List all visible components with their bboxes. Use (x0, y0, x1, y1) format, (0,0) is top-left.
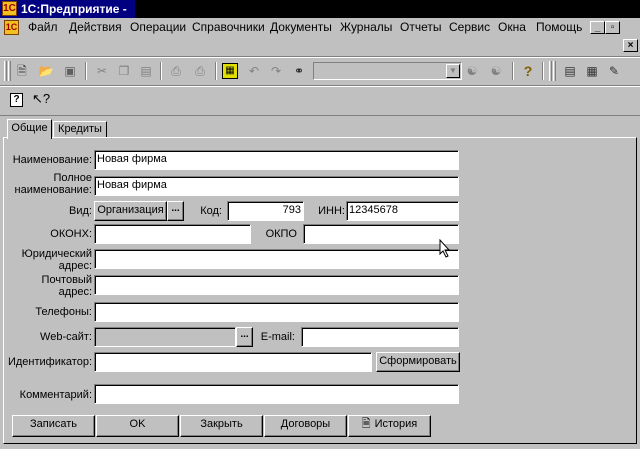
generate-button[interactable]: Сформировать (376, 352, 460, 372)
find-in-list-icon[interactable]: ☯ (464, 63, 480, 79)
find-in-column-icon[interactable]: ☯ (488, 63, 504, 79)
phones-field[interactable] (94, 302, 459, 322)
chevron-down-icon[interactable]: ▼ (446, 64, 460, 78)
website-field[interactable] (94, 327, 236, 347)
menu-actions[interactable]: Действия (69, 20, 122, 35)
okonh-label: ОКОНХ: (50, 228, 92, 240)
history-label: История (374, 418, 418, 430)
code-label: Код: (200, 205, 222, 217)
notebook-icon[interactable]: ▦ (584, 63, 600, 79)
okpo-label: ОКПО (265, 228, 297, 240)
cut-icon[interactable]: ✂ (94, 63, 110, 79)
calculator-icon[interactable]: ▦ (222, 63, 238, 79)
window-title: 1С:Предприятие - (21, 2, 127, 16)
legal-address-label-line2: адрес: (58, 260, 92, 272)
new-document-icon[interactable]: 🗎 (14, 63, 30, 79)
undo-icon[interactable]: ↶ (246, 63, 262, 79)
name-field[interactable]: Новая фирма (94, 150, 459, 170)
minimize-button[interactable]: _ (590, 21, 605, 34)
close-form-button[interactable]: Закрыть (180, 415, 263, 437)
print-preview-icon[interactable]: ⎙ (192, 63, 208, 79)
history-icon: 🗎 (361, 418, 371, 430)
copy-icon[interactable]: ❐ (116, 63, 132, 79)
okpo-field[interactable] (303, 224, 459, 244)
menu-catalogs[interactable]: Справочники (192, 20, 265, 35)
tab-general[interactable]: Общие (7, 119, 52, 139)
identifier-label: Идентификатор: (7, 356, 92, 368)
menu-reports[interactable]: Отчеты (400, 20, 441, 35)
help-icon[interactable]: ? (520, 63, 536, 79)
app-1c-icon: 1С (2, 1, 17, 16)
name-label: Наименование: (12, 154, 92, 166)
menu-row-2: × (0, 37, 640, 55)
close-button[interactable]: × (623, 39, 638, 52)
ok-button[interactable]: OK (96, 415, 179, 437)
kind-button[interactable]: Организация (94, 201, 167, 221)
mouse-cursor-icon (439, 239, 451, 258)
menu-journals[interactable]: Журналы (340, 20, 392, 35)
menu-windows[interactable]: Окна (498, 20, 526, 35)
inn-field[interactable]: 12345678 (346, 201, 459, 221)
menu-bar: 1С Файл Действия Операции Справочники До… (0, 18, 640, 37)
identifier-field[interactable] (94, 352, 372, 372)
inn-label: ИНН: (318, 205, 345, 217)
open-folder-icon[interactable]: 📂 (38, 63, 54, 79)
contracts-button[interactable]: Договоры (264, 415, 347, 437)
history-button[interactable]: 🗎 История (348, 415, 431, 437)
edit-icon[interactable]: ✎ (606, 63, 622, 79)
phones-label: Телефоны: (35, 306, 92, 318)
paste-icon[interactable]: ▤ (138, 63, 154, 79)
menu-documents[interactable]: Документы (270, 20, 332, 35)
kind-select-button[interactable]: ... (167, 201, 184, 221)
website-label: Web-сайт: (40, 331, 92, 343)
save-button[interactable]: Записать (12, 415, 95, 437)
code-field[interactable]: 793 (227, 201, 304, 221)
tab-credits[interactable]: Кредиты (53, 121, 107, 137)
email-field[interactable] (301, 327, 459, 347)
okonh-field[interactable] (94, 224, 251, 244)
menu-operations[interactable]: Операции (130, 20, 186, 35)
calendar-icon[interactable]: ▤ (562, 63, 578, 79)
comment-label: Комментарий: (19, 389, 92, 401)
postal-address-label-line2: адрес: (58, 286, 92, 298)
main-toolbar: 🗎 📂 ▣ ✂ ❐ ▤ ⎙ ⎙ ▦ ↶ ↷ ⚭ ▼ ☯ ☯ ? ▤ ▦ ✎ (0, 58, 640, 84)
menu-service[interactable]: Сервис (449, 20, 490, 35)
website-select-button[interactable]: ... (236, 327, 253, 347)
print-icon[interactable]: ⎙ (168, 63, 184, 79)
kind-label: Вид: (69, 205, 92, 217)
postal-address-field[interactable] (94, 275, 459, 295)
restore-button[interactable]: ▫ (605, 21, 620, 34)
email-label: E-mail: (260, 331, 295, 343)
legal-address-field[interactable] (94, 249, 459, 269)
context-help-icon[interactable]: ↖? (32, 91, 50, 107)
find-icon[interactable]: ⚭ (291, 63, 307, 79)
form-toolbar: ? ↖? (0, 87, 640, 115)
menu-help[interactable]: Помощь (536, 20, 582, 35)
menu-file[interactable]: Файл (28, 20, 58, 35)
search-combo[interactable]: ▼ (313, 62, 462, 80)
fullname-field[interactable]: Новая фирма (94, 176, 459, 196)
comment-field[interactable] (94, 384, 459, 404)
fullname-label-line2: наименование: (14, 184, 92, 196)
title-bar: 1С 1С:Предприятие - (0, 0, 640, 18)
save-icon[interactable]: ▣ (62, 63, 78, 79)
title-bar-empty (135, 0, 640, 18)
help-box-icon[interactable]: ? (10, 93, 23, 107)
document-window-icon[interactable]: 1С (4, 20, 19, 35)
redo-icon[interactable]: ↷ (268, 63, 284, 79)
